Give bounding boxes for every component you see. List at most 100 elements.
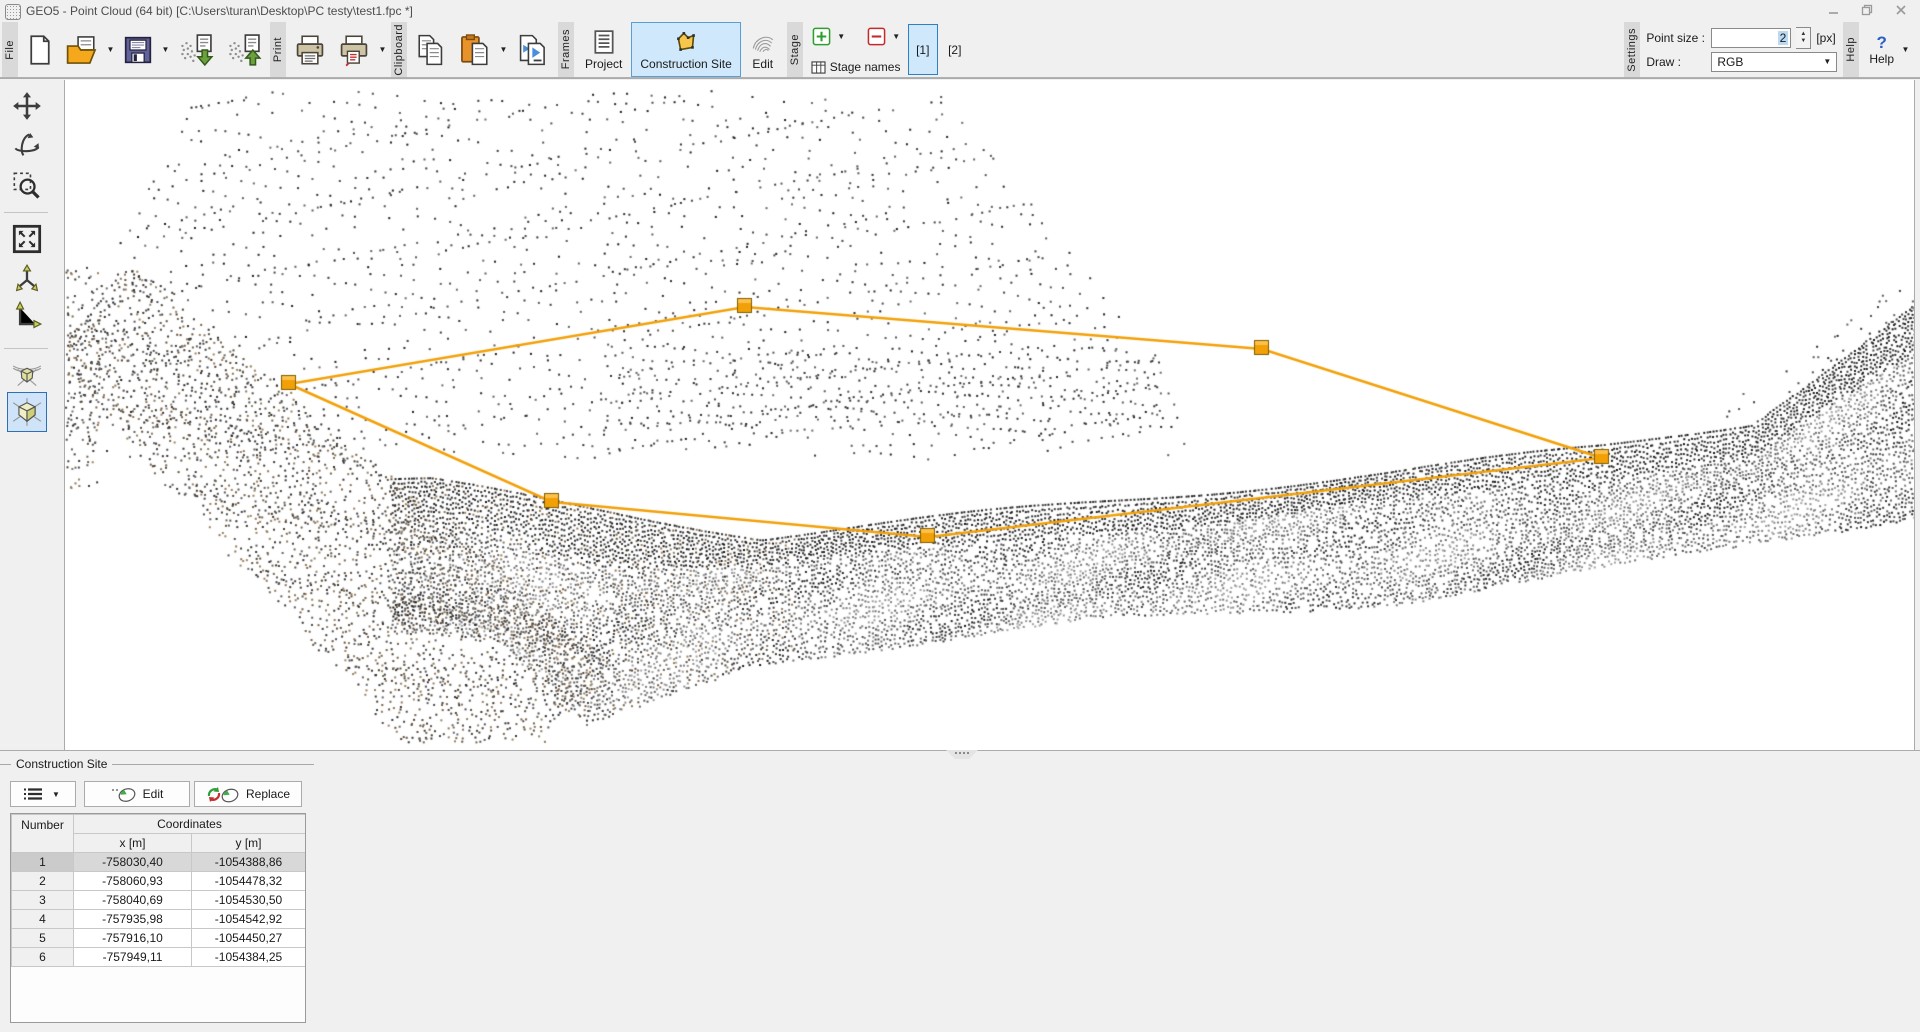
export-point-cloud-button[interactable] <box>220 22 268 77</box>
copy-icon <box>414 33 448 67</box>
stage-tab-2[interactable]: [2] <box>940 24 970 75</box>
window-title: GEO5 - Point Cloud (64 bit) [C:\Users\tu… <box>26 0 413 22</box>
panel-title: Construction Site <box>16 757 107 771</box>
coord-y-cell[interactable]: -1054530,50 <box>192 891 306 910</box>
print-section-label: Print <box>270 22 286 77</box>
point-cloud-canvas[interactable] <box>65 80 1914 750</box>
remove-stage-dropdown[interactable]: ▼ <box>890 32 903 41</box>
axonometric-view-button[interactable] <box>7 392 47 432</box>
rotate-tool-button[interactable] <box>7 126 47 166</box>
edit-button-label: Edit <box>143 787 164 801</box>
coord-x-cell[interactable]: -757935,98 <box>74 910 192 929</box>
coord-y-cell[interactable]: -1054542,92 <box>192 910 306 929</box>
stage-section-label: Stage <box>787 22 803 77</box>
replace-construction-site-button[interactable]: Replace <box>194 781 302 807</box>
save-button[interactable] <box>117 22 159 77</box>
list-menu-dropdown-icon: ▼ <box>50 790 63 799</box>
frame-edit-label: Edit <box>752 57 773 71</box>
paste-button[interactable] <box>453 22 497 77</box>
row-number-cell[interactable]: 5 <box>12 929 74 948</box>
axes-3d-icon <box>12 264 42 294</box>
point-size-input[interactable]: 2 <box>1711 28 1791 48</box>
paste-dropdown[interactable]: ▼ <box>497 22 510 77</box>
point-size-spinner[interactable]: ▲▼ <box>1796 27 1811 49</box>
copy-picture-button[interactable] <box>510 22 556 77</box>
panel-group-header: Construction Site <box>0 757 314 771</box>
print-picture-button[interactable] <box>332 22 376 77</box>
table-row[interactable]: 1-758030,40-1054388,86 <box>12 853 306 872</box>
list-menu-button[interactable]: ▼ <box>10 781 76 807</box>
stage-names-button[interactable]: Stage names <box>811 60 903 74</box>
coord-y-cell[interactable]: -1054384,25 <box>192 948 306 967</box>
add-stage-button[interactable] <box>811 26 833 46</box>
minimize-button[interactable] <box>1816 0 1850 20</box>
edit-mouse-icon <box>111 786 137 802</box>
stage-tab-1[interactable]: [1] <box>908 24 938 75</box>
sidebar-separator <box>4 212 48 213</box>
coord-y-cell[interactable]: -1054478,32 <box>192 872 306 891</box>
table-row[interactable]: 5-757916,10-1054450,27 <box>12 929 306 948</box>
open-file-button[interactable] <box>60 22 104 77</box>
perspective-view-button[interactable] <box>7 354 47 394</box>
stage-cluster: ▼ ▼ Stage names <box>805 22 907 77</box>
coordinates-tbody: 1-758030,40-1054388,862-758060,93-105447… <box>12 853 306 967</box>
table-row[interactable]: 6-757949,11-1054384,25 <box>12 948 306 967</box>
axes-3d-view-button[interactable] <box>7 259 47 299</box>
import-point-cloud-icon <box>177 32 215 68</box>
titlebar: GEO5 - Point Cloud (64 bit) [C:\Users\tu… <box>0 0 1920 22</box>
new-file-button[interactable] <box>20 22 60 77</box>
row-number-cell[interactable]: 3 <box>12 891 74 910</box>
printer-icon <box>293 33 327 67</box>
coord-x-cell[interactable]: -757949,11 <box>74 948 192 967</box>
coord-x-cell[interactable]: -758040,69 <box>74 891 192 910</box>
paste-icon <box>458 33 492 67</box>
help-button[interactable]: ? Help ▼ <box>1861 22 1920 77</box>
settings-section-label: Settings <box>1624 22 1640 77</box>
table-row[interactable]: 2-758060,93-1054478,32 <box>12 872 306 891</box>
add-stage-dropdown[interactable]: ▼ <box>835 32 848 41</box>
help-dropdown[interactable]: ▼ <box>1899 45 1912 54</box>
coord-x-cell[interactable]: -758030,40 <box>74 853 192 872</box>
remove-stage-button[interactable] <box>866 26 888 46</box>
edit-construction-site-button[interactable]: Edit <box>84 781 190 807</box>
axes-2d-view-button[interactable] <box>7 296 47 336</box>
table-row[interactable]: 3-758040,69-1054530,50 <box>12 891 306 910</box>
row-number-cell[interactable]: 4 <box>12 910 74 929</box>
app-icon <box>5 4 21 20</box>
coord-x-cell[interactable]: -757916,10 <box>74 929 192 948</box>
help-section-label: Help <box>1843 22 1859 77</box>
construction-site-icon <box>673 29 699 55</box>
frame-edit-button[interactable]: Edit <box>741 22 785 77</box>
pan-tool-button[interactable] <box>7 86 47 126</box>
open-file-dropdown[interactable]: ▼ <box>104 22 117 77</box>
table-row[interactable]: 4-757935,98-1054542,92 <box>12 910 306 929</box>
print-picture-dropdown[interactable]: ▼ <box>376 22 389 77</box>
point-size-label: Point size : <box>1646 31 1706 45</box>
pan-icon <box>12 91 42 121</box>
window-controls <box>1816 0 1918 22</box>
coord-y-cell[interactable]: -1054450,27 <box>192 929 306 948</box>
coord-x-cell[interactable]: -758060,93 <box>74 872 192 891</box>
axonometric-view-icon <box>12 397 42 427</box>
copy-button[interactable] <box>409 22 453 77</box>
perspective-view-icon <box>12 359 42 389</box>
coord-y-cell[interactable]: -1054388,86 <box>192 853 306 872</box>
plus-icon <box>812 27 831 46</box>
rotate-icon <box>12 131 42 161</box>
zoom-window-tool-button[interactable] <box>7 166 47 206</box>
draw-select[interactable]: RGB ▼ <box>1711 52 1837 72</box>
print-button[interactable] <box>288 22 332 77</box>
restore-button[interactable] <box>1850 0 1884 20</box>
y-column-header: y [m] <box>192 834 306 853</box>
frame-construction-site-button[interactable]: Construction Site <box>631 22 740 77</box>
row-number-cell[interactable]: 1 <box>12 853 74 872</box>
save-dropdown[interactable]: ▼ <box>159 22 172 77</box>
fit-to-screen-button[interactable] <box>7 219 47 259</box>
row-number-cell[interactable]: 2 <box>12 872 74 891</box>
open-file-icon <box>65 33 99 67</box>
close-button[interactable] <box>1884 0 1918 20</box>
row-number-cell[interactable]: 6 <box>12 948 74 967</box>
import-point-cloud-button[interactable] <box>172 22 220 77</box>
frame-project-button[interactable]: Project <box>576 22 631 77</box>
new-file-icon <box>25 33 55 67</box>
